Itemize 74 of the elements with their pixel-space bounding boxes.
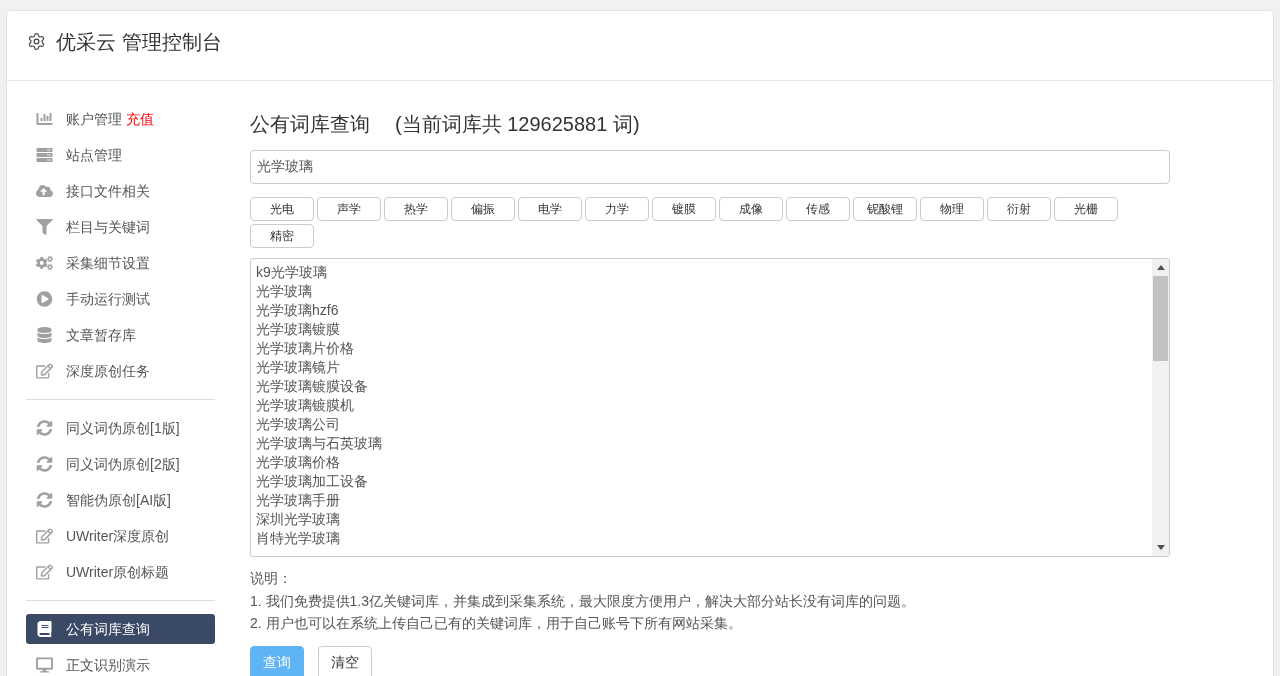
search-field[interactable]: 光学玻璃	[250, 150, 1170, 184]
sidebar-item[interactable]: 手动运行测试	[26, 284, 158, 314]
result-line: 光学玻璃加工设备	[256, 472, 368, 491]
category-tag-button[interactable]: 光电	[250, 197, 314, 221]
category-tag-button[interactable]: 偏振	[451, 197, 515, 221]
sidebar-item[interactable]: 账户管理 充值	[26, 104, 162, 134]
edit-icon	[36, 363, 53, 379]
category-tag-button[interactable]: 衍射	[987, 197, 1051, 221]
scroll-up-icon[interactable]	[1156, 265, 1165, 270]
refresh-icon	[36, 492, 53, 508]
cloud-upload-icon	[36, 183, 53, 199]
result-line: 光学玻璃	[256, 282, 312, 301]
result-line: k9光学玻璃	[256, 263, 327, 282]
sidebar-item[interactable]: 文章暂存库	[26, 320, 144, 350]
scrollbar[interactable]	[1152, 259, 1169, 556]
settings-icon	[27, 32, 46, 51]
database-icon	[36, 327, 53, 343]
category-tag-button[interactable]: 铌酸锂	[853, 197, 917, 221]
result-line: 光学玻璃镀膜机	[256, 396, 354, 415]
filter-icon	[36, 219, 53, 235]
play-icon	[36, 291, 53, 307]
results-list[interactable]: k9光学玻璃 光学玻璃 光学玻璃hzf6 光学玻璃镀膜 光学玻璃片价格 光学玻璃镜片 光学玻璃镀膜设备 光学玻璃镀膜机 光学玻璃公司 光学玻璃与石英玻璃 光学玻璃价格 光学玻璃加工设备 光学玻璃手册 深圳光学玻璃 肖特光学玻璃	[250, 258, 1170, 557]
category-tag-button[interactable]: 镀膜	[652, 197, 716, 221]
category-tag-button[interactable]: 力学	[585, 197, 649, 221]
sidebar-item[interactable]: 深度原创任务	[26, 356, 158, 386]
category-tag-button[interactable]: 传感	[786, 197, 850, 221]
result-line: 深圳光学玻璃	[256, 510, 340, 529]
result-line: 肖特光学玻璃	[256, 529, 340, 548]
result-line: 光学玻璃公司	[256, 415, 340, 434]
sidebar-item[interactable]: 采集细节设置	[26, 248, 158, 278]
result-line: 光学玻璃手册	[256, 491, 340, 510]
result-line: 光学玻璃镀膜	[256, 320, 340, 339]
clear-button[interactable]: 清空	[318, 645, 372, 676]
refresh-icon	[36, 456, 53, 472]
result-line: 光学玻璃hzf6	[256, 301, 339, 320]
book-icon	[36, 621, 53, 637]
sidebar-item[interactable]: 正文识别演示	[26, 650, 158, 676]
note-line: 1. 我们免费提供1.3亿关键词库，并集成到采集系统，最大限度方便用户，解决大部分站长没有词库的问题。	[250, 591, 916, 611]
refresh-icon	[36, 420, 53, 436]
category-tag-button[interactable]: 声学	[317, 197, 381, 221]
word-count: (当前词库共 129625881 词)	[395, 112, 640, 137]
sidebar-item[interactable]: 同义词伪原创[2版]	[26, 449, 188, 479]
category-tag-button[interactable]: 热学	[384, 197, 448, 221]
sidebar-item[interactable]: 栏目与关键词	[26, 212, 158, 242]
category-tag-button[interactable]: 光栅	[1054, 197, 1118, 221]
sidebar-item[interactable]: 接口文件相关	[26, 176, 158, 206]
app-title: 优采云 管理控制台	[56, 29, 222, 55]
bar-chart-icon	[36, 111, 53, 127]
gears-icon	[36, 255, 53, 271]
result-line: 光学玻璃价格	[256, 453, 340, 472]
page-title: 公有词库查询	[250, 112, 370, 137]
sidebar-item[interactable]: 站点管理	[26, 140, 130, 170]
edit-icon	[36, 564, 53, 580]
category-tag-button[interactable]: 精密	[250, 224, 314, 248]
result-line: 光学玻璃镜片	[256, 358, 340, 377]
monitor-icon	[36, 657, 53, 673]
sidebar-item[interactable]: UWriter原创标题	[26, 557, 178, 587]
scrollbar-thumb[interactable]	[1153, 276, 1168, 361]
scroll-down-icon[interactable]	[1156, 545, 1165, 550]
server-icon	[36, 147, 53, 163]
recharge-link[interactable]: 充值	[126, 108, 154, 130]
category-tag-button[interactable]: 成像	[719, 197, 783, 221]
note-line: 2. 用户也可以在系统上传自己已有的关键词库，用于自己账号下所有网站采集。	[250, 614, 742, 633]
category-tag-button[interactable]: 电学	[518, 197, 582, 221]
result-line: 光学玻璃片价格	[256, 339, 354, 358]
sidebar-item[interactable]: UWriter深度原创	[26, 521, 178, 551]
notes-heading: 说明：	[250, 569, 292, 588]
sidebar-item[interactable]: 同义词伪原创[1版]	[26, 413, 188, 443]
edit-icon	[36, 528, 53, 544]
sidebar-item[interactable]: 智能伪原创[AI版]	[26, 485, 179, 515]
sidebar-item[interactable]: 公有词库查询	[26, 614, 215, 644]
result-line: 光学玻璃与石英玻璃	[256, 434, 382, 453]
category-tag-button[interactable]: 物理	[920, 197, 984, 221]
result-line: 光学玻璃镀膜设备	[256, 377, 368, 396]
